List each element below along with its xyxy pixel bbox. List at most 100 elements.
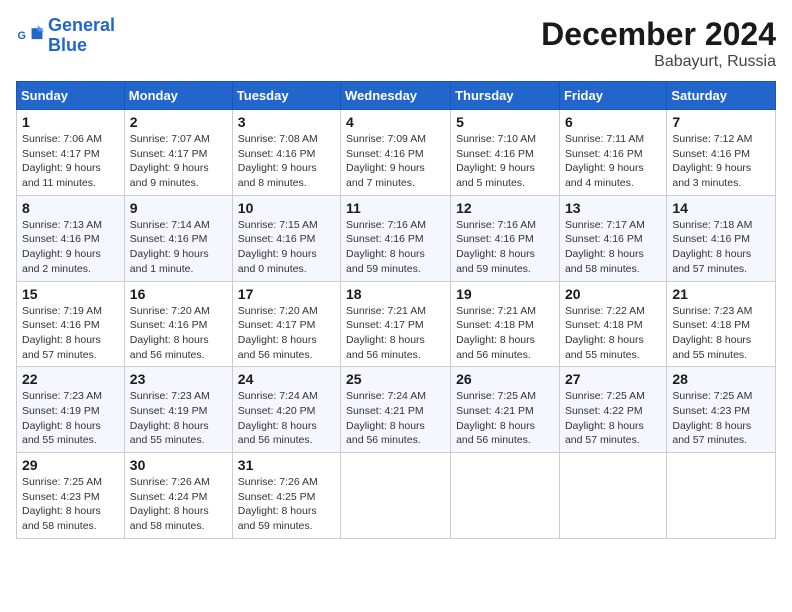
- day-number: 10: [238, 200, 335, 216]
- daylight-label: Daylight: 9 hours and 9 minutes.: [130, 162, 209, 189]
- sunrise-label: Sunrise: 7:20 AM: [130, 305, 210, 317]
- sunset-label: Sunset: 4:25 PM: [238, 491, 316, 503]
- day-detail: Sunrise: 7:25 AM Sunset: 4:22 PM Dayligh…: [565, 389, 661, 448]
- sunset-label: Sunset: 4:16 PM: [672, 233, 750, 245]
- sunrise-label: Sunrise: 7:21 AM: [346, 305, 426, 317]
- sunset-label: Sunset: 4:16 PM: [130, 233, 208, 245]
- calendar-table: SundayMondayTuesdayWednesdayThursdayFrid…: [16, 81, 776, 539]
- sunrise-label: Sunrise: 7:16 AM: [346, 219, 426, 231]
- day-detail: Sunrise: 7:11 AM Sunset: 4:16 PM Dayligh…: [565, 132, 661, 191]
- sunset-label: Sunset: 4:17 PM: [130, 148, 208, 160]
- calendar-day-cell: 9 Sunrise: 7:14 AM Sunset: 4:16 PM Dayli…: [124, 195, 232, 281]
- calendar-day-cell: 28 Sunrise: 7:25 AM Sunset: 4:23 PM Dayl…: [667, 367, 776, 453]
- calendar-week-row: 8 Sunrise: 7:13 AM Sunset: 4:16 PM Dayli…: [17, 195, 776, 281]
- calendar-week-row: 22 Sunrise: 7:23 AM Sunset: 4:19 PM Dayl…: [17, 367, 776, 453]
- calendar-day-cell: 2 Sunrise: 7:07 AM Sunset: 4:17 PM Dayli…: [124, 110, 232, 196]
- day-detail: Sunrise: 7:23 AM Sunset: 4:18 PM Dayligh…: [672, 304, 770, 363]
- daylight-label: Daylight: 9 hours and 4 minutes.: [565, 162, 644, 189]
- day-number: 22: [22, 371, 119, 387]
- daylight-label: Daylight: 8 hours and 59 minutes.: [238, 505, 317, 532]
- weekday-header: Wednesday: [341, 82, 451, 110]
- day-detail: Sunrise: 7:21 AM Sunset: 4:17 PM Dayligh…: [346, 304, 445, 363]
- day-number: 8: [22, 200, 119, 216]
- sunset-label: Sunset: 4:16 PM: [130, 319, 208, 331]
- daylight-label: Daylight: 8 hours and 55 minutes.: [22, 420, 101, 447]
- day-detail: Sunrise: 7:23 AM Sunset: 4:19 PM Dayligh…: [130, 389, 227, 448]
- calendar-day-cell: 30 Sunrise: 7:26 AM Sunset: 4:24 PM Dayl…: [124, 453, 232, 539]
- day-number: 24: [238, 371, 335, 387]
- calendar-day-cell: 26 Sunrise: 7:25 AM Sunset: 4:21 PM Dayl…: [451, 367, 560, 453]
- day-number: 23: [130, 371, 227, 387]
- sunset-label: Sunset: 4:16 PM: [565, 233, 643, 245]
- calendar-day-cell: 3 Sunrise: 7:08 AM Sunset: 4:16 PM Dayli…: [232, 110, 340, 196]
- weekday-header: Thursday: [451, 82, 560, 110]
- weekday-header: Saturday: [667, 82, 776, 110]
- daylight-label: Daylight: 9 hours and 7 minutes.: [346, 162, 425, 189]
- daylight-label: Daylight: 8 hours and 55 minutes.: [565, 334, 644, 361]
- weekday-header-row: SundayMondayTuesdayWednesdayThursdayFrid…: [17, 82, 776, 110]
- calendar-day-cell: 16 Sunrise: 7:20 AM Sunset: 4:16 PM Dayl…: [124, 281, 232, 367]
- calendar-day-cell: 17 Sunrise: 7:20 AM Sunset: 4:17 PM Dayl…: [232, 281, 340, 367]
- day-detail: Sunrise: 7:22 AM Sunset: 4:18 PM Dayligh…: [565, 304, 661, 363]
- calendar-day-cell: 25 Sunrise: 7:24 AM Sunset: 4:21 PM Dayl…: [341, 367, 451, 453]
- svg-text:G: G: [18, 30, 26, 42]
- day-number: 31: [238, 457, 335, 473]
- calendar-day-cell: 27 Sunrise: 7:25 AM Sunset: 4:22 PM Dayl…: [559, 367, 666, 453]
- day-detail: Sunrise: 7:16 AM Sunset: 4:16 PM Dayligh…: [346, 218, 445, 277]
- daylight-label: Daylight: 9 hours and 11 minutes.: [22, 162, 101, 189]
- daylight-label: Daylight: 8 hours and 55 minutes.: [672, 334, 751, 361]
- daylight-label: Daylight: 8 hours and 55 minutes.: [130, 420, 209, 447]
- sunrise-label: Sunrise: 7:22 AM: [565, 305, 645, 317]
- sunrise-label: Sunrise: 7:24 AM: [238, 390, 318, 402]
- sunset-label: Sunset: 4:16 PM: [346, 148, 424, 160]
- day-number: 25: [346, 371, 445, 387]
- sunrise-label: Sunrise: 7:23 AM: [130, 390, 210, 402]
- sunrise-label: Sunrise: 7:21 AM: [456, 305, 536, 317]
- sunrise-label: Sunrise: 7:16 AM: [456, 219, 536, 231]
- calendar-day-cell: 22 Sunrise: 7:23 AM Sunset: 4:19 PM Dayl…: [17, 367, 125, 453]
- day-detail: Sunrise: 7:17 AM Sunset: 4:16 PM Dayligh…: [565, 218, 661, 277]
- calendar-day-cell: 4 Sunrise: 7:09 AM Sunset: 4:16 PM Dayli…: [341, 110, 451, 196]
- day-number: 30: [130, 457, 227, 473]
- day-detail: Sunrise: 7:21 AM Sunset: 4:18 PM Dayligh…: [456, 304, 554, 363]
- sunrise-label: Sunrise: 7:25 AM: [672, 390, 752, 402]
- day-number: 29: [22, 457, 119, 473]
- daylight-label: Daylight: 8 hours and 58 minutes.: [130, 505, 209, 532]
- sunset-label: Sunset: 4:23 PM: [22, 491, 100, 503]
- day-detail: Sunrise: 7:09 AM Sunset: 4:16 PM Dayligh…: [346, 132, 445, 191]
- calendar-day-cell: 20 Sunrise: 7:22 AM Sunset: 4:18 PM Dayl…: [559, 281, 666, 367]
- sunset-label: Sunset: 4:20 PM: [238, 405, 316, 417]
- day-number: 15: [22, 286, 119, 302]
- sunset-label: Sunset: 4:16 PM: [346, 233, 424, 245]
- logo-icon: G: [16, 22, 44, 50]
- calendar-day-cell: 1 Sunrise: 7:06 AM Sunset: 4:17 PM Dayli…: [17, 110, 125, 196]
- day-number: 28: [672, 371, 770, 387]
- sunrise-label: Sunrise: 7:19 AM: [22, 305, 102, 317]
- daylight-label: Daylight: 8 hours and 56 minutes.: [346, 334, 425, 361]
- sunrise-label: Sunrise: 7:12 AM: [672, 133, 752, 145]
- sunset-label: Sunset: 4:16 PM: [456, 233, 534, 245]
- sunset-label: Sunset: 4:16 PM: [456, 148, 534, 160]
- sunset-label: Sunset: 4:24 PM: [130, 491, 208, 503]
- daylight-label: Daylight: 9 hours and 0 minutes.: [238, 248, 317, 275]
- sunset-label: Sunset: 4:16 PM: [22, 319, 100, 331]
- day-detail: Sunrise: 7:25 AM Sunset: 4:21 PM Dayligh…: [456, 389, 554, 448]
- calendar-day-cell: 23 Sunrise: 7:23 AM Sunset: 4:19 PM Dayl…: [124, 367, 232, 453]
- page-header: G GeneralBlue December 2024 Babayurt, Ru…: [16, 16, 776, 71]
- sunrise-label: Sunrise: 7:11 AM: [565, 133, 644, 145]
- day-detail: Sunrise: 7:13 AM Sunset: 4:16 PM Dayligh…: [22, 218, 119, 277]
- day-number: 27: [565, 371, 661, 387]
- daylight-label: Daylight: 8 hours and 56 minutes.: [130, 334, 209, 361]
- month-title: December 2024: [541, 16, 776, 53]
- sunrise-label: Sunrise: 7:23 AM: [672, 305, 752, 317]
- sunset-label: Sunset: 4:16 PM: [22, 233, 100, 245]
- calendar-week-row: 1 Sunrise: 7:06 AM Sunset: 4:17 PM Dayli…: [17, 110, 776, 196]
- sunrise-label: Sunrise: 7:25 AM: [565, 390, 645, 402]
- day-detail: Sunrise: 7:08 AM Sunset: 4:16 PM Dayligh…: [238, 132, 335, 191]
- day-detail: Sunrise: 7:12 AM Sunset: 4:16 PM Dayligh…: [672, 132, 770, 191]
- sunrise-label: Sunrise: 7:15 AM: [238, 219, 318, 231]
- weekday-header: Sunday: [17, 82, 125, 110]
- day-number: 26: [456, 371, 554, 387]
- daylight-label: Daylight: 9 hours and 1 minute.: [130, 248, 209, 275]
- day-detail: Sunrise: 7:15 AM Sunset: 4:16 PM Dayligh…: [238, 218, 335, 277]
